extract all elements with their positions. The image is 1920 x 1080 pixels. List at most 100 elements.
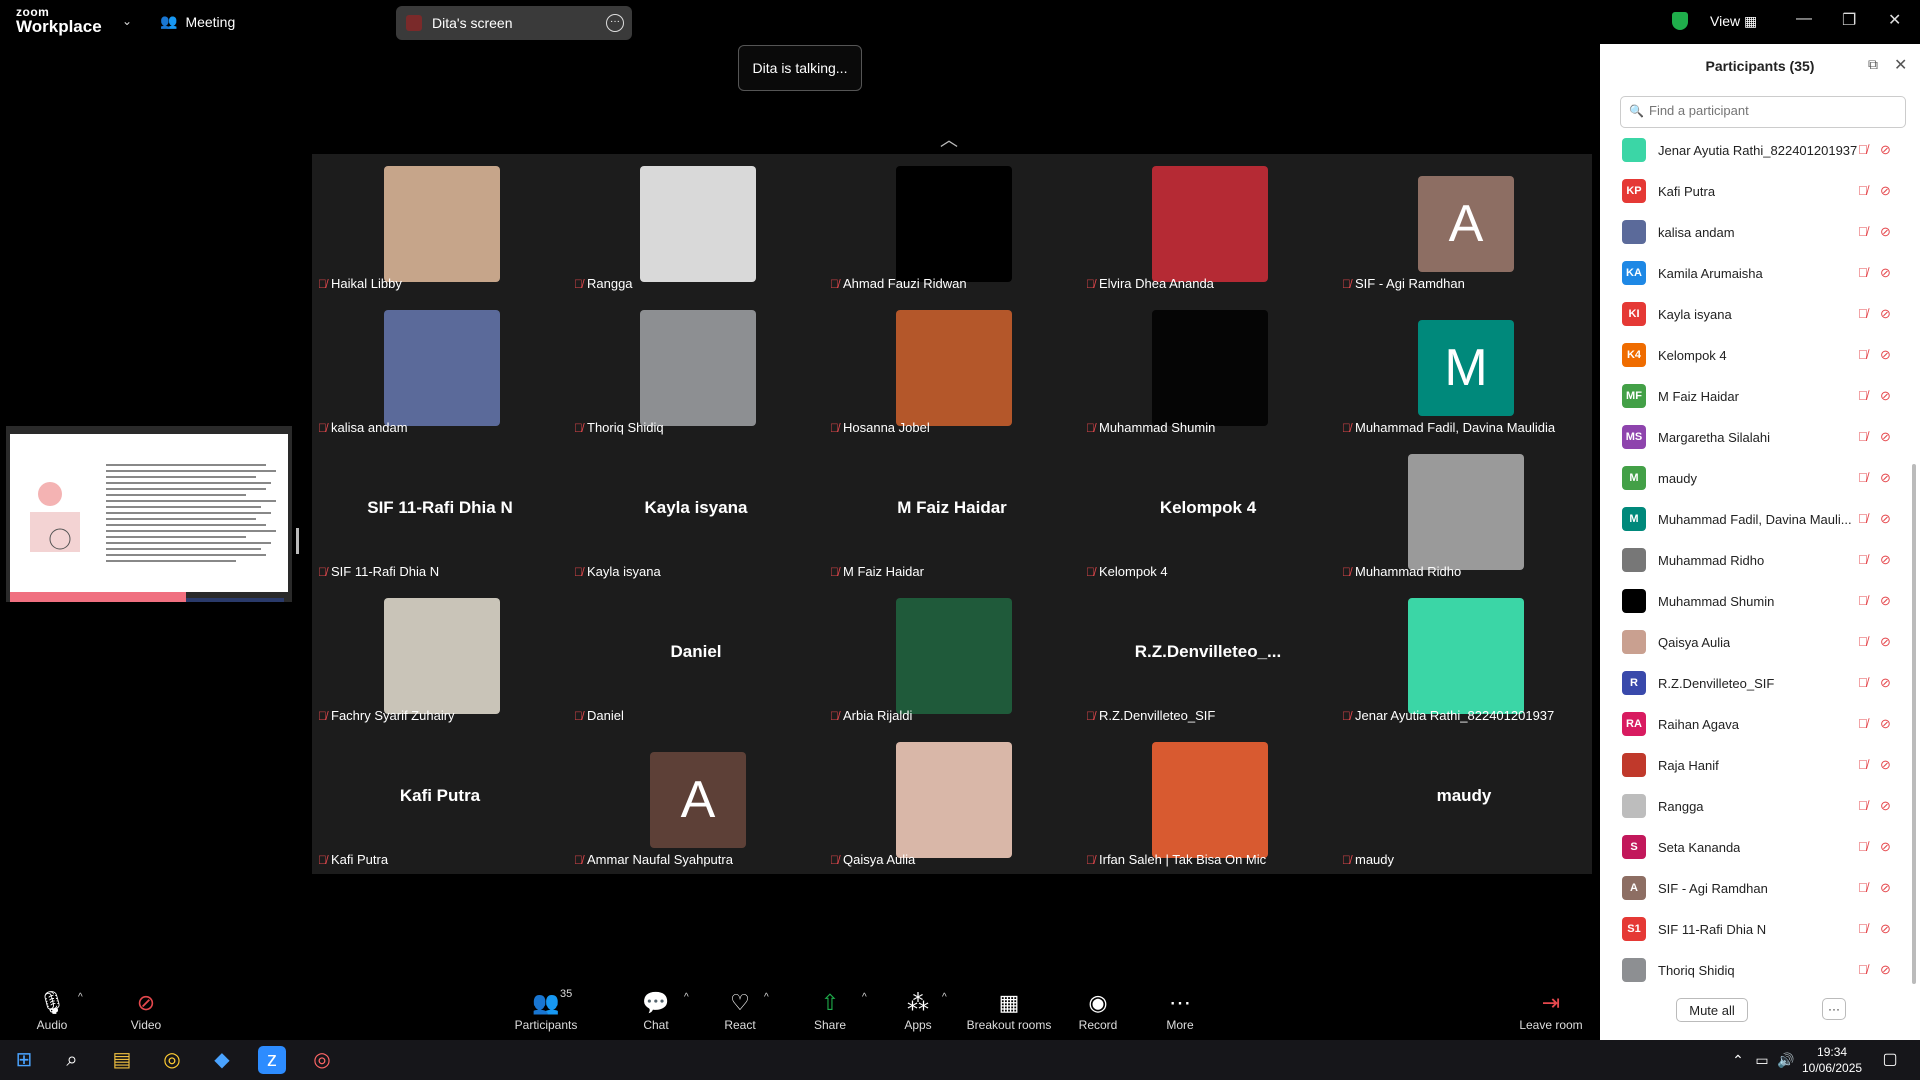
video-off-icon[interactable]: ⊘ — [1880, 224, 1891, 240]
mic-muted-icon[interactable]: 🎙̸ — [1858, 593, 1868, 608]
participant-tile[interactable]: Kafi Putra 🎙̸ Kafi Putra — [312, 730, 568, 874]
share-button[interactable]: ⇧ Share — [810, 980, 850, 1040]
participant-tile[interactable]: M 🎙̸ Muhammad Fadil, Davina Maulidia — [1336, 298, 1592, 442]
participant-tile[interactable]: 🎙̸ Ahmad Fauzi Ridwan — [824, 154, 1080, 298]
participant-list-item[interactable]: RA Raihan Agava 🎙̸ ⊘ — [1600, 704, 1910, 745]
participant-tile[interactable]: 🎙̸ Haikal Libby — [312, 154, 568, 298]
video-off-icon[interactable]: ⊘ — [1880, 183, 1891, 199]
participant-tile[interactable]: M Faiz Haidar 🎙̸ M Faiz Haidar — [824, 442, 1080, 586]
mic-muted-icon[interactable]: 🎙̸ — [1858, 839, 1868, 854]
chrome-profile-icon[interactable]: ◎ — [308, 1046, 336, 1074]
video-off-icon[interactable]: ⊘ — [1880, 798, 1891, 814]
participant-list-item[interactable]: Muhammad Shumin 🎙̸ ⊘ — [1600, 581, 1910, 622]
participant-list-item[interactable]: KP Kafi Putra 🎙̸ ⊘ — [1600, 171, 1910, 212]
video-off-icon[interactable]: ⊘ — [1880, 470, 1891, 486]
video-off-icon[interactable]: ⊘ — [1880, 962, 1891, 978]
mic-muted-icon[interactable]: 🎙̸ — [1858, 306, 1868, 321]
chevron-down-icon[interactable]: ⌄ — [122, 14, 132, 28]
apps-button[interactable]: ⁂ Apps — [898, 980, 938, 1040]
video-off-icon[interactable]: ⊘ — [1880, 347, 1891, 363]
participant-list[interactable]: Jenar Ayutia Rathi_822401201937 🎙̸ ⊘ KP Kafi… — [1600, 130, 1910, 1026]
participant-tile[interactable]: 🎙̸ Muhammad Shumin — [1080, 298, 1336, 442]
mute-all-button[interactable]: Mute all — [1676, 998, 1748, 1022]
participant-tile[interactable]: SIF 11-Rafi Dhia N 🎙̸ SIF 11-Rafi Dhia N — [312, 442, 568, 586]
more-options-icon[interactable]: ··· — [606, 14, 624, 32]
participant-list-item[interactable]: KI Kayla isyana 🎙̸ ⊘ — [1600, 294, 1910, 335]
m365-icon[interactable]: ◆ — [208, 1046, 236, 1074]
participant-tile[interactable]: 🎙̸ Muhammad Ridho — [1336, 442, 1592, 586]
minimize-icon[interactable]: — — [1796, 10, 1812, 28]
zoom-app-icon[interactable]: z — [258, 1046, 286, 1074]
participant-tile[interactable]: 🎙̸ Arbia Rijaldi — [824, 586, 1080, 730]
file-explorer-icon[interactable]: ▤ — [108, 1046, 136, 1074]
screen-share-pill[interactable]: Dita's screen ··· — [396, 6, 632, 40]
mic-muted-icon[interactable]: 🎙̸ — [1858, 429, 1868, 444]
participant-tile[interactable]: A 🎙̸ SIF - Agi Ramdhan — [1336, 154, 1592, 298]
shield-icon[interactable] — [1672, 12, 1688, 30]
participant-list-item[interactable]: M Muhammad Fadil, Davina Mauli... 🎙̸ ⊘ — [1600, 499, 1910, 540]
mic-muted-icon[interactable]: 🎙̸ — [1858, 470, 1868, 485]
mic-muted-icon[interactable]: 🎙̸ — [1858, 675, 1868, 690]
participant-search-input[interactable] — [1647, 102, 1901, 119]
react-options-caret[interactable]: ^ — [764, 992, 769, 1003]
participant-list-item[interactable]: KA Kamila Arumaisha 🎙̸ ⊘ — [1600, 253, 1910, 294]
video-off-icon[interactable]: ⊘ — [1880, 675, 1891, 691]
video-off-icon[interactable]: ⊘ — [1880, 306, 1891, 322]
mic-muted-icon[interactable]: 🎙̸ — [1858, 142, 1868, 157]
mic-muted-icon[interactable]: 🎙̸ — [1858, 183, 1868, 198]
participant-list-item[interactable]: Raja Hanif 🎙̸ ⊘ — [1600, 745, 1910, 786]
participant-tile[interactable]: 🎙̸ Jenar Ayutia Rathi_822401201937 — [1336, 586, 1592, 730]
participant-search[interactable]: 🔍 — [1620, 96, 1906, 128]
participant-tile[interactable]: Daniel 🎙̸ Daniel — [568, 586, 824, 730]
search-icon[interactable]: ⌕ — [58, 1046, 86, 1074]
participant-tile[interactable]: 🎙̸ Thoriq Shidiq — [568, 298, 824, 442]
participant-tile[interactable]: A 🎙̸ Ammar Naufal Syahputra — [568, 730, 824, 874]
participant-tile[interactable]: 🎙̸ kalisa andam — [312, 298, 568, 442]
meeting-menu-button[interactable]: 👥 Meeting — [160, 13, 235, 30]
participant-list-item[interactable]: kalisa andam 🎙̸ ⊘ — [1600, 212, 1910, 253]
notifications-icon[interactable]: ▢ — [1876, 1046, 1904, 1074]
participant-list-item[interactable]: Thoriq Shidiq 🎙̸ ⊘ — [1600, 950, 1910, 991]
record-button[interactable]: ◉ Record — [1076, 980, 1120, 1040]
participant-list-item[interactable]: K4 Kelompok 4 🎙̸ ⊘ — [1600, 335, 1910, 376]
shared-screen-thumbnail[interactable] — [6, 426, 292, 602]
mic-muted-icon[interactable]: 🎙̸ — [1858, 716, 1868, 731]
scrollbar[interactable] — [1912, 464, 1916, 984]
participant-list-item[interactable]: Qaisya Aulia 🎙̸ ⊘ — [1600, 622, 1910, 663]
video-off-icon[interactable]: ⊘ — [1880, 880, 1891, 896]
video-off-icon[interactable]: ⊘ — [1880, 839, 1891, 855]
apps-options-caret[interactable]: ^ — [942, 992, 947, 1003]
participant-list-item[interactable]: Mmaudy 🎙̸ ⊘ — [1600, 458, 1910, 499]
video-off-icon[interactable]: ⊘ — [1880, 921, 1891, 937]
leave-room-button[interactable]: ⇥ Leave room — [1516, 980, 1586, 1040]
pop-out-icon[interactable]: ⧉ — [1868, 56, 1878, 73]
participant-tile[interactable]: 🎙̸ Irfan Saleh | Tak Bisa On Mic — [1080, 730, 1336, 874]
participant-list-item[interactable]: Muhammad Ridho 🎙̸ ⊘ — [1600, 540, 1910, 581]
participant-tile[interactable]: maudy 🎙̸ maudy — [1336, 730, 1592, 874]
more-button[interactable]: ⋯ More — [1160, 980, 1200, 1040]
mic-muted-icon[interactable]: 🎙̸ — [1858, 880, 1868, 895]
participant-list-item[interactable]: Jenar Ayutia Rathi_822401201937 🎙̸ ⊘ — [1600, 130, 1910, 171]
system-clock[interactable]: 19:34 10/06/2025 — [1802, 1044, 1862, 1076]
video-off-icon[interactable]: ⊘ — [1880, 552, 1891, 568]
mic-muted-icon[interactable]: 🎙̸ — [1858, 224, 1868, 239]
share-options-caret[interactable]: ^ — [862, 992, 867, 1003]
participant-list-item[interactable]: R R.Z.Denvilleteo_SIF 🎙̸ ⊘ — [1600, 663, 1910, 704]
maximize-icon[interactable]: ❐ — [1842, 10, 1856, 30]
video-off-icon[interactable]: ⊘ — [1880, 634, 1891, 650]
participant-list-item[interactable]: S Seta Kananda 🎙̸ ⊘ — [1600, 827, 1910, 868]
video-off-icon[interactable]: ⊘ — [1880, 757, 1891, 773]
mic-muted-icon[interactable]: 🎙̸ — [1858, 634, 1868, 649]
participant-list-item[interactable]: MS Margaretha Silalahi 🎙̸ ⊘ — [1600, 417, 1910, 458]
participant-list-item[interactable]: S1 SIF 11-Rafi Dhia N 🎙̸ ⊘ — [1600, 909, 1910, 950]
participant-list-item[interactable]: A SIF - Agi Ramdhan 🎙̸ ⊘ — [1600, 868, 1910, 909]
mic-muted-icon[interactable]: 🎙̸ — [1858, 921, 1868, 936]
mic-muted-icon[interactable]: 🎙̸ — [1858, 552, 1868, 567]
participant-tile[interactable]: R.Z.Denvilleteo_... 🎙̸ R.Z.Denvilleteo_SIF — [1080, 586, 1336, 730]
audio-options-caret[interactable]: ^ — [78, 992, 83, 1003]
participant-tile[interactable]: 🎙̸ Elvira Dhea Ananda — [1080, 154, 1336, 298]
video-off-icon[interactable]: ⊘ — [1880, 265, 1891, 281]
video-off-icon[interactable]: ⊘ — [1880, 142, 1891, 158]
participant-tile[interactable]: Kayla isyana 🎙̸ Kayla isyana — [568, 442, 824, 586]
participant-list-item[interactable]: MF M Faiz Haidar 🎙̸ ⊘ — [1600, 376, 1910, 417]
